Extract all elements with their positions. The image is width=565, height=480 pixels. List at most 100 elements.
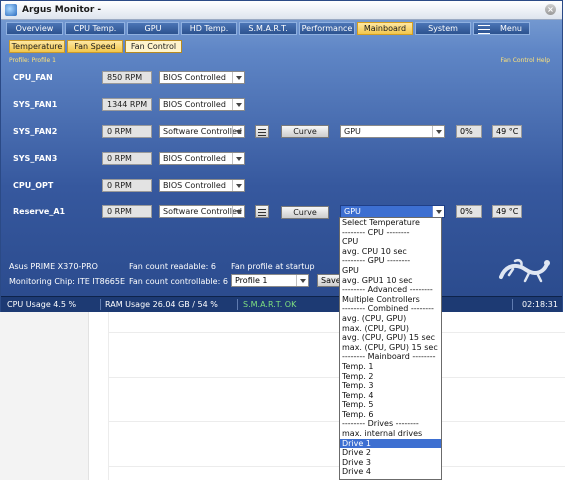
chevron-down-icon [432, 206, 444, 217]
dropdown-option[interactable]: max. internal drives [340, 429, 441, 439]
tab-hd-temp[interactable]: HD Temp. [181, 22, 237, 35]
fan-mode-value: BIOS Controlled [163, 100, 226, 109]
fan-profile-startup-label: Fan profile at startup [231, 262, 315, 271]
fan-mode-value: Software Controlled [163, 127, 242, 136]
fan-mode-value: BIOS Controlled [163, 154, 226, 163]
dropdown-option[interactable]: Drive 2 [340, 448, 441, 458]
background-sidebar [0, 312, 89, 480]
dropdown-option[interactable]: Temp. 6 [340, 410, 441, 420]
fan-mode-select[interactable]: BIOS Controlled [159, 152, 245, 165]
cpu-usage: CPU Usage 4.5 % [7, 300, 77, 309]
temperature-source-value: GPU [344, 207, 361, 216]
status-separator [237, 299, 238, 310]
tab-menu-label: Menu [500, 24, 522, 33]
dropdown-option[interactable]: Temp. 3 [340, 381, 441, 391]
background-divider [108, 466, 565, 467]
sliders-icon[interactable] [255, 205, 269, 218]
dropdown-option[interactable]: Temp. 2 [340, 372, 441, 382]
chevron-down-icon [232, 72, 244, 83]
ram-usage: RAM Usage 26.04 GB / 54 % [105, 300, 218, 309]
fan-percent: 0% [456, 125, 482, 138]
fan-mode-value: Software Controlled [163, 207, 242, 216]
temperature-source-value: GPU [344, 127, 361, 136]
fan-count-readable: Fan count readable: 6 [129, 262, 216, 271]
dropdown-option[interactable]: CPU [340, 237, 441, 247]
subtab-fan-control[interactable]: Fan Control [125, 40, 182, 53]
dropdown-option[interactable]: -------- Combined -------- [340, 304, 441, 314]
tab-menu[interactable]: Menu [473, 22, 530, 35]
fan-mode-select[interactable]: BIOS Controlled [159, 71, 245, 84]
fan-name: SYS_FAN1 [13, 100, 58, 109]
smart-status: S.M.A.R.T. OK [243, 300, 297, 309]
fan-mode-select[interactable]: BIOS Controlled [159, 179, 245, 192]
dropdown-option[interactable]: -------- CPU -------- [340, 228, 441, 238]
dropdown-option[interactable]: -------- Advanced -------- [340, 285, 441, 295]
fan-mode-value: BIOS Controlled [163, 181, 226, 190]
startup-profile-select[interactable]: Profile 1 [231, 274, 309, 287]
dropdown-option[interactable]: avg. GPU1 10 sec [340, 276, 441, 286]
fan-temperature: 49 °C [492, 205, 522, 218]
dropdown-option[interactable]: -------- Mainboard -------- [340, 352, 441, 362]
profile-label: Profile: Profile 1 [9, 57, 56, 64]
tab-system[interactable]: System [415, 22, 471, 35]
fan-mode-select[interactable]: Software Controlled [159, 125, 245, 138]
argus-lizard-logo [499, 259, 550, 283]
dropdown-option[interactable]: avg. (CPU, GPU) 15 sec [340, 333, 441, 343]
background-divider [108, 312, 109, 480]
dropdown-option[interactable]: Drive 4 [340, 467, 441, 477]
dropdown-option[interactable]: Temp. 4 [340, 391, 441, 401]
fan-mode-value: BIOS Controlled [163, 73, 226, 82]
tab-mainboard[interactable]: Mainboard [357, 22, 413, 35]
dropdown-option[interactable]: -------- Drives -------- [340, 419, 441, 429]
fan-temperature: 49 °C [492, 125, 522, 138]
fan-rpm: 0 RPM [102, 152, 152, 165]
dropdown-option[interactable]: avg. CPU 10 sec [340, 247, 441, 257]
dropdown-option[interactable]: avg. (CPU, GPU) [340, 314, 441, 324]
chevron-down-icon [232, 99, 244, 110]
sliders-icon[interactable] [255, 125, 269, 138]
background-divider [108, 421, 565, 422]
dropdown-option[interactable]: Drive 3 [340, 458, 441, 468]
fan-rpm: 0 RPM [102, 205, 152, 218]
dropdown-option[interactable]: Drive 1 [340, 438, 441, 449]
argus-app-icon [5, 4, 17, 16]
background-divider [108, 377, 565, 378]
fan-mode-select[interactable]: BIOS Controlled [159, 98, 245, 111]
tab-smart[interactable]: S.M.A.R.T. [239, 22, 297, 35]
dropdown-option[interactable]: Multiple Controllers [340, 295, 441, 305]
subtab-fan-speed[interactable]: Fan Speed [67, 40, 123, 53]
tab-overview[interactable]: Overview [6, 22, 63, 35]
close-icon[interactable]: × [545, 4, 556, 15]
dropdown-option[interactable]: Select Temperature [340, 218, 441, 228]
fan-name: SYS_FAN2 [13, 127, 58, 136]
fan-control-help-link[interactable]: Fan Control Help [500, 57, 550, 64]
startup-profile-value: Profile 1 [235, 276, 268, 285]
fan-mode-select[interactable]: Software Controlled [159, 205, 245, 218]
dropdown-option[interactable]: max. (CPU, GPU) 15 sec [340, 343, 441, 353]
dropdown-option[interactable]: max. (CPU, GPU) [340, 324, 441, 334]
board-name: Asus PRIME X370-PRO [9, 262, 98, 271]
temperature-source-select[interactable]: GPU [340, 125, 445, 138]
dropdown-option[interactable]: -------- GPU -------- [340, 256, 441, 266]
tab-performance[interactable]: Performance [299, 22, 355, 35]
fan-name: SYS_FAN3 [13, 154, 58, 163]
tab-cpu-temp[interactable]: CPU Temp. [65, 22, 125, 35]
tab-gpu[interactable]: GPU [127, 22, 179, 35]
fan-rpm: 1344 RPM [102, 98, 152, 111]
fan-name: Reserve_A1 [13, 207, 66, 216]
fan-rpm: 0 RPM [102, 125, 152, 138]
fan-rpm: 0 RPM [102, 179, 152, 192]
status-separator [512, 299, 513, 310]
chevron-down-icon [232, 180, 244, 191]
dropdown-option[interactable]: Temp. 5 [340, 400, 441, 410]
chevron-down-icon [232, 126, 244, 137]
app-window: Argus Monitor - × Overview CPU Temp. GPU… [0, 0, 563, 312]
curve-button[interactable]: Curve [281, 206, 329, 219]
monitoring-chip: Monitoring Chip: ITE IT8665E [9, 277, 126, 286]
dropdown-option[interactable]: Temp. 1 [340, 362, 441, 372]
curve-button[interactable]: Curve [281, 125, 329, 138]
subtab-temperature[interactable]: Temperature [9, 40, 65, 53]
dropdown-option[interactable]: GPU [340, 266, 441, 276]
temperature-source-dropdown[interactable]: Select Temperature -------- CPU -------- C… [339, 217, 442, 480]
fan-rpm: 850 RPM [102, 71, 152, 84]
